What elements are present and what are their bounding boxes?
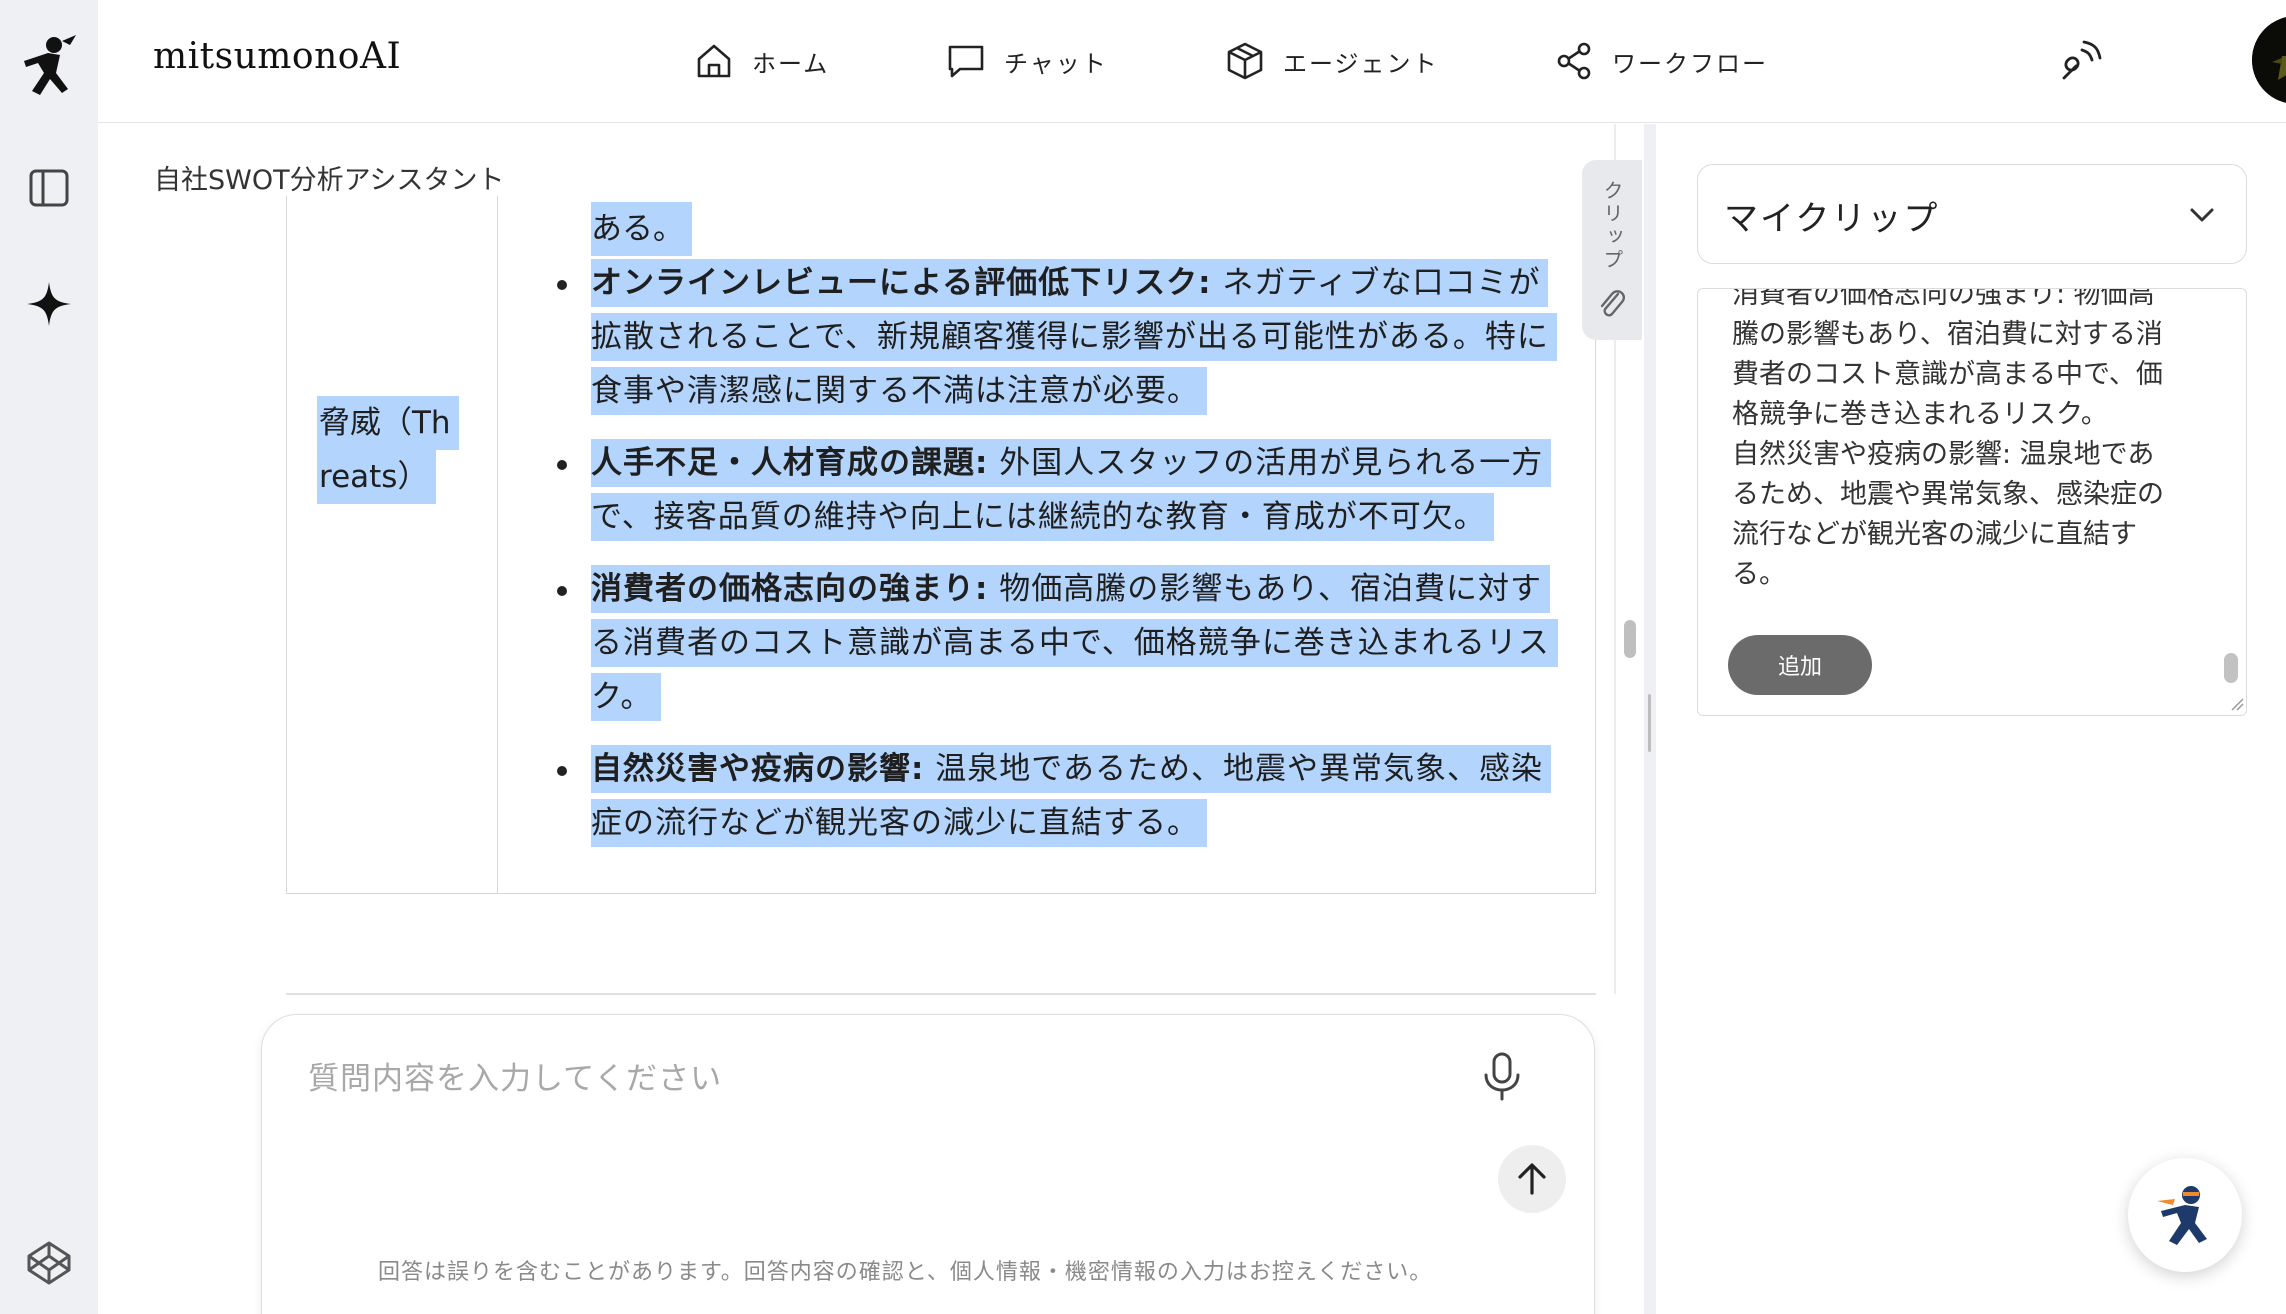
nav-chat[interactable]: チャット (946, 36, 1108, 86)
clip-tab-label: クリップ (1600, 180, 1624, 272)
chevron-down-icon (2190, 208, 2214, 222)
chat-scrollbar-thumb[interactable] (1624, 620, 1636, 658)
user-avatar[interactable] (2252, 16, 2286, 104)
clip-text-line: 費者のコスト意識が高まる中で、価 (1732, 359, 2163, 390)
home-icon (697, 44, 731, 78)
nav-home-label: ホーム (752, 49, 830, 78)
clip-panel-tab[interactable]: クリップ (1582, 160, 1642, 340)
threats-list: オンラインレビューによる評価低下リスク: ネガティブな口コミが拡散されることで、… (557, 256, 1571, 868)
app-root: mitsumonoAI ホーム チャット エージェント ワークフロー 自社SWO… (0, 0, 2286, 1314)
brand-name[interactable]: mitsumonoAI (153, 36, 401, 77)
clip-scrollbar-thumb[interactable] (2224, 653, 2238, 683)
list-item: オンラインレビューによる評価低下リスク: ネガティブな口コミが拡散されることで、… (557, 256, 1571, 418)
satellite-icon[interactable] (2056, 38, 2104, 86)
nav-home[interactable]: ホーム (694, 36, 829, 86)
left-rail (0, 0, 98, 1314)
splitter-grip[interactable] (1648, 694, 1651, 752)
list-item: 自然災害や疫病の影響: 温泉地であるため、地震や異常気象、感染症の流行などが観光… (557, 742, 1571, 850)
ninja-mascot-icon (2157, 1186, 2207, 1245)
clip-text: 消費者の価格志向の強まり: 物価高 騰の影響もあり、宿泊費に対する消 費者のコス… (1732, 288, 2192, 595)
table-column-divider (497, 196, 498, 893)
assistant-fab-button[interactable] (2128, 1158, 2242, 1272)
panel-splitter[interactable] (1644, 124, 1656, 1314)
ninja-logo-icon[interactable] (0, 28, 98, 108)
clip-text-line: るため、地震や異常気象、感染症の (1732, 479, 2164, 510)
clip-text-line: る。 (1732, 559, 1786, 590)
content-divider (286, 993, 1596, 995)
clip-text-line: 格競争に巻き込まれるリスク。 (1732, 399, 2108, 430)
cube-icon (1227, 42, 1263, 80)
list-item: 人手不足・人材育成の課題: 外国人スタッフの活用が見られる一方で、接客品質の維持… (557, 436, 1571, 544)
category-line-1: 脅威（Th (317, 396, 459, 450)
arrow-up-icon (1518, 1163, 1546, 1195)
question-input[interactable] (308, 1051, 1408, 1107)
clip-textarea[interactable]: 消費者の価格志向の強まり: 物価高 騰の影響もあり、宿泊費に対する消 費者のコス… (1697, 288, 2247, 716)
clip-text-line: 騰の影響もあり、宿泊費に対する消 (1732, 319, 2163, 350)
clip-select-dropdown[interactable]: マイクリップ (1697, 164, 2247, 264)
disclaimer-text: 回答は誤りを含むことがあります。回答内容の確認と、個人情報・機密情報の入力はお控… (378, 1260, 1433, 1285)
list-item: 消費者の価格志向の強まり: 物価高騰の影響もあり、宿泊費に対する消費者のコスト意… (557, 562, 1571, 724)
nav-agent-label: エージェント (1283, 49, 1439, 78)
clip-select-value: マイクリップ (1724, 199, 1940, 239)
bullet-heading: オンラインレビューによる評価低下リスク: (591, 265, 1212, 301)
clip-text-line: 消費者の価格志向の強まり: 物価高 (1732, 288, 2155, 310)
top-header: mitsumonoAI ホーム チャット エージェント ワークフロー (98, 0, 2286, 123)
swot-table: 脅威（Th reats） ある。 オンラインレビューによる評価低下リスク: ネガ… (286, 196, 1596, 894)
clip-text-line: 自然災害や疫病の影響: 温泉地であ (1732, 439, 2155, 470)
category-line-2: reats） (317, 450, 437, 504)
clip-text-line: 流行などが観光客の減少に直結す (1732, 519, 2137, 550)
nav-chat-label: チャット (1004, 49, 1108, 78)
add-clip-button[interactable]: 追加 (1728, 635, 1872, 695)
threats-category-cell: 脅威（Th reats） (317, 396, 467, 504)
nav-workflow-label: ワークフロー (1612, 49, 1768, 78)
sidebar-toggle-icon[interactable] (0, 160, 98, 216)
share-icon (1557, 42, 1591, 80)
bullet-heading: 人手不足・人材育成の課題: (591, 445, 989, 481)
microphone-icon[interactable] (1480, 1051, 1524, 1101)
bullet-heading: 自然災害や疫病の影響: (591, 751, 925, 787)
paperclip-icon (1600, 290, 1626, 317)
codepen-icon[interactable] (0, 1236, 98, 1290)
bullet-heading: 消費者の価格志向の強まり: (591, 571, 989, 607)
nav-agent[interactable]: エージェント (1225, 36, 1439, 86)
previous-bullet-fragment: ある。 (591, 202, 692, 256)
clip-panel: マイクリップ 消費者の価格志向の強まり: 物価高 騰の影響もあり、宿泊費に対する… (1656, 124, 2286, 1314)
resize-handle-icon[interactable] (2230, 697, 2244, 711)
breadcrumb: 自社SWOT分析アシスタント (154, 165, 505, 196)
nav-workflow[interactable]: ワークフロー (1554, 36, 1768, 86)
sparkle-icon[interactable] (0, 274, 98, 334)
chat-icon (948, 45, 984, 78)
send-button[interactable] (1498, 1145, 1566, 1213)
chat-main: 自社SWOT分析アシスタント 脅威（Th reats） ある。 オンラインレビュ… (98, 124, 1646, 1314)
